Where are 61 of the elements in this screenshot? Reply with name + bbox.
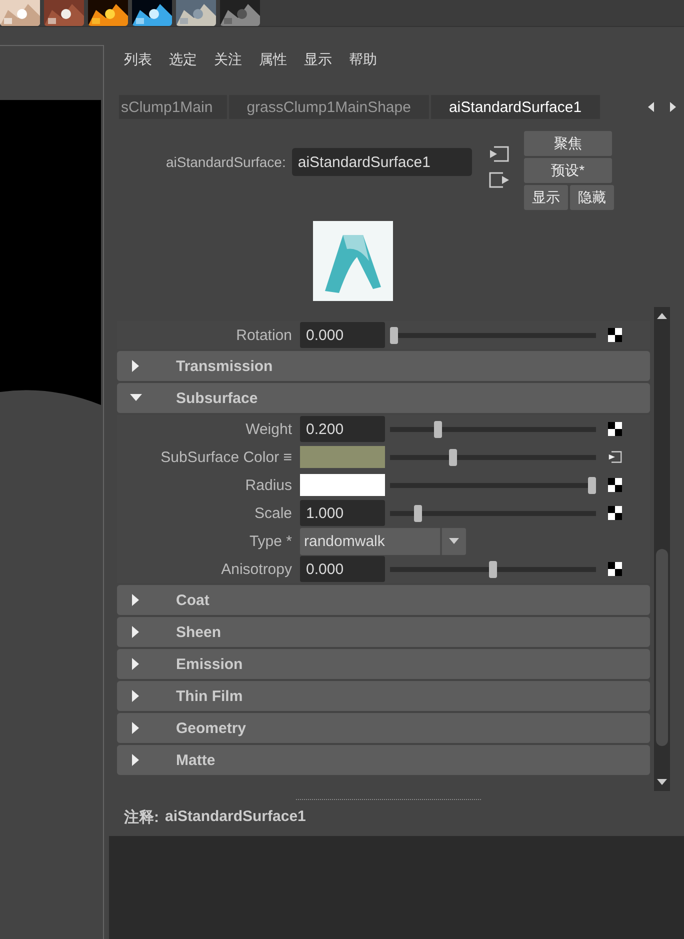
slider-handle[interactable] <box>588 476 596 494</box>
tab[interactable]: sClump1Main <box>119 95 229 119</box>
menu-item[interactable]: 帮助 <box>349 49 377 79</box>
map-texture-icon[interactable] <box>608 506 622 520</box>
scroll-down-icon[interactable] <box>656 778 668 786</box>
value-field[interactable]: 1.000 <box>300 500 385 526</box>
section-header[interactable]: Matte <box>117 745 650 775</box>
shader-swatch-icon <box>313 221 393 301</box>
map-texture-icon[interactable] <box>608 328 622 342</box>
value-field[interactable]: 0.000 <box>300 556 385 582</box>
slider-handle[interactable] <box>434 420 442 438</box>
section-header[interactable]: Geometry <box>117 713 650 743</box>
notes-field[interactable] <box>109 836 684 939</box>
section-header[interactable]: Sheen <box>117 617 650 647</box>
hide-button[interactable]: 隐藏 <box>570 185 614 210</box>
slider-handle[interactable] <box>390 326 398 344</box>
value-field[interactable]: 0.200 <box>300 416 385 442</box>
caret-icon <box>449 538 459 544</box>
map-texture-icon[interactable] <box>608 478 622 492</box>
field-label: aiStandardSurface: <box>166 154 286 170</box>
menu-item[interactable]: 属性 <box>259 49 287 79</box>
attribute-label: Weight <box>244 420 293 438</box>
map-texture-icon[interactable] <box>608 422 622 436</box>
input-connection-icon[interactable] <box>608 450 622 464</box>
value-field[interactable]: 0.000 <box>300 322 385 348</box>
map-texture-icon[interactable] <box>608 562 622 576</box>
scroll-up-icon[interactable] <box>656 312 668 320</box>
attribute-label: SubSurface Color ≡ <box>160 448 293 466</box>
slider-handle[interactable] <box>449 448 458 466</box>
scroll-left-icon[interactable] <box>646 101 656 113</box>
menu-item[interactable]: 关注 <box>214 49 242 79</box>
input-field[interactable]: aiStandardSurface1 <box>292 148 472 176</box>
section-header[interactable]: Subsurface <box>117 383 650 413</box>
attribute-label: Scale <box>253 504 293 522</box>
menu-item[interactable]: 显示 <box>304 49 332 79</box>
attribute-label: Rotation <box>235 326 293 344</box>
scrollbar[interactable] <box>654 307 670 791</box>
input-connection-icon[interactable] <box>488 145 510 163</box>
dropdown[interactable]: randomwalk <box>300 528 466 554</box>
presets-button[interactable]: 预设* <box>524 158 612 183</box>
output-connection-icon[interactable] <box>488 171 510 189</box>
menu-item[interactable]: 选定 <box>169 49 197 79</box>
section-header[interactable]: Emission <box>117 649 650 679</box>
attribute-label: Type * <box>248 532 293 550</box>
slider-handle[interactable] <box>414 504 422 522</box>
section-header[interactable]: Transmission <box>117 351 650 381</box>
tab[interactable]: aiStandardSurface1 <box>430 95 602 119</box>
tab[interactable]: grassClump1MainShape <box>228 95 431 119</box>
notes-label: 注释: <box>124 808 159 828</box>
color-swatch[interactable] <box>300 446 385 468</box>
menu-item[interactable]: 列表 <box>124 49 152 79</box>
notes-title: aiStandardSurface1 <box>165 808 306 827</box>
attribute-label: Radius <box>244 476 293 494</box>
scroll-right-icon[interactable] <box>668 101 678 113</box>
section-header[interactable]: Thin Film <box>117 681 650 711</box>
color-swatch[interactable] <box>300 474 385 496</box>
focus-button[interactable]: 聚焦 <box>524 131 612 156</box>
section-header[interactable]: Coat <box>117 585 650 615</box>
attribute-label: Anisotropy <box>220 560 293 578</box>
slider-handle[interactable] <box>489 560 497 578</box>
show-button[interactable]: 显示 <box>524 185 568 210</box>
